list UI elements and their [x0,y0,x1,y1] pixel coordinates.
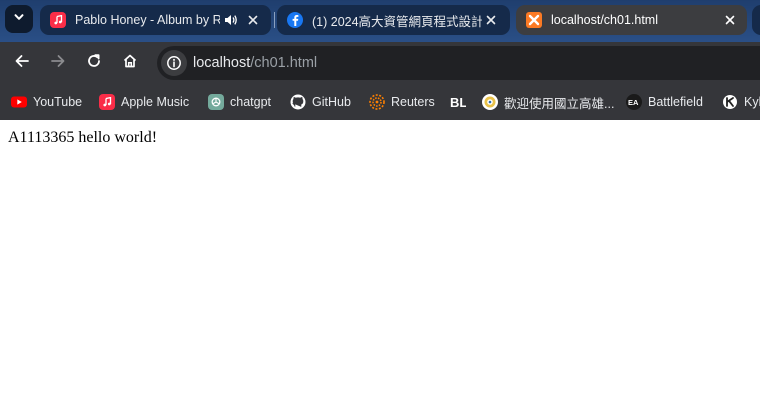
chatgpt-icon [208,94,224,110]
bookmark-chatgpt[interactable]: chatgpt [208,92,271,112]
bookmark-nuk[interactable]: 歡迎使用國立高雄... [482,92,614,112]
bookmark-kyb[interactable]: Kyb [722,92,760,112]
tab-divider [274,12,275,28]
close-icon[interactable] [482,11,500,29]
github-icon [290,94,306,110]
bookmark-bl[interactable]: BL [450,92,466,112]
svg-text:BL: BL [450,95,466,110]
ea-icon: EA [626,94,642,110]
reload-button[interactable] [80,49,108,77]
tab-title: localhost/ch01.html [551,13,659,27]
apple-music-icon [50,12,66,28]
bookmark-label: GitHub [312,95,351,109]
page-viewport: A1113365 hello world! [0,120,760,411]
bookmark-label: Reuters [391,95,435,109]
speaker-icon[interactable] [222,11,240,29]
new-tab-button[interactable] [752,5,760,35]
kyber-icon [722,94,738,110]
bookmarks-bar: YouTube Apple Music chatgpt GitHub Reute… [0,84,760,120]
xampp-icon [526,12,542,28]
bookmark-youtube[interactable]: YouTube [11,92,82,112]
back-button[interactable] [8,49,36,77]
tab-pablo-honey[interactable]: Pablo Honey - Album by R [40,5,271,35]
bookmark-reuters[interactable]: Reuters [369,92,435,112]
browser-toolbar: localhost/ch01.html [0,42,760,84]
bookmark-label: Kyb [744,95,760,109]
bookmark-label: Apple Music [121,95,190,109]
arrow-left-icon [14,53,30,74]
tab-facebook[interactable]: (1) 2024高大資管網頁程式設計 [277,5,510,35]
url-path: /ch01.html [250,55,318,71]
bl-icon: BL [450,94,466,110]
tab-localhost[interactable]: localhost/ch01.html [516,5,747,35]
page-body-text: A1113365 hello world! [8,129,158,146]
facebook-icon [287,12,303,28]
forward-button[interactable] [44,49,72,77]
close-icon[interactable] [721,11,739,29]
home-icon [122,53,138,74]
nuk-icon [482,94,498,110]
bookmark-label: Battlefield [648,95,703,109]
tab-search-button[interactable] [5,5,33,33]
bookmark-label: YouTube [33,95,83,109]
url-text[interactable]: localhost/ch01.html [193,55,317,71]
arrow-right-icon [50,53,66,74]
reload-icon [86,53,102,74]
tab-title: (1) 2024高大資管網頁程式設計 [312,14,482,29]
site-info-icon[interactable] [161,50,187,76]
close-icon[interactable] [244,11,262,29]
bookmark-battlefield[interactable]: EA Battlefield [626,92,703,112]
bookmark-github[interactable]: GitHub [290,92,351,112]
apple-music-icon [99,94,115,110]
bookmark-apple-music[interactable]: Apple Music [99,92,189,112]
bookmark-label: 歡迎使用國立高雄... [504,96,615,111]
tab-title: Pablo Honey - Album by R [75,13,220,27]
svg-text:EA: EA [628,98,639,107]
tab-strip: Pablo Honey - Album by R (1) 2024高大資管網頁程… [0,0,760,42]
reuters-icon [369,94,385,110]
address-bar[interactable]: localhost/ch01.html [157,46,760,80]
chevron-down-icon [13,10,25,28]
url-host: localhost [193,55,251,71]
home-button[interactable] [116,49,144,77]
youtube-icon [11,94,27,110]
bookmark-label: chatgpt [230,95,272,109]
